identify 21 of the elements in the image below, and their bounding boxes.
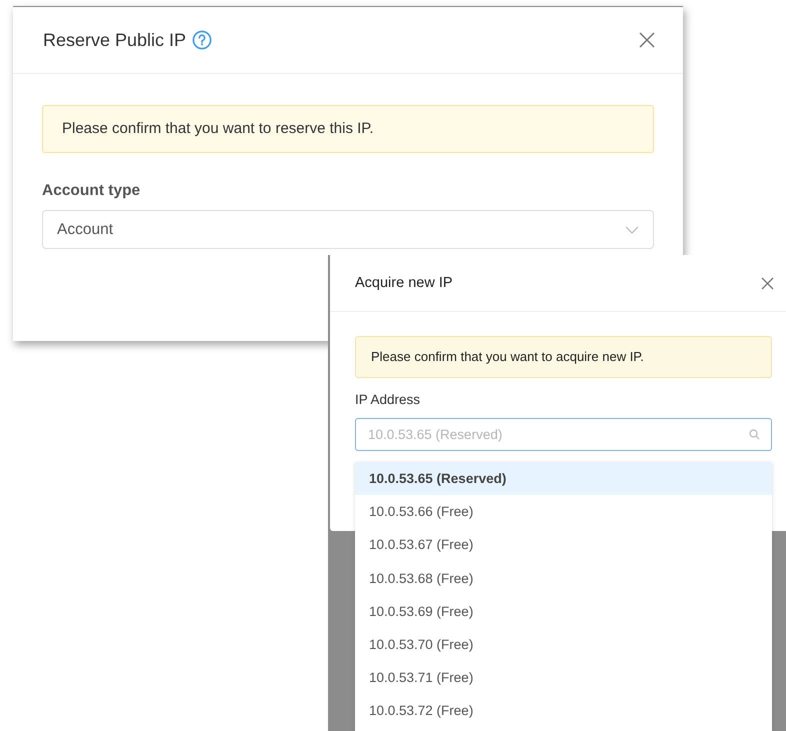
warning-alert: Please confirm that you want to reserve this IP. [42, 105, 654, 153]
chevron-down-icon [625, 226, 639, 234]
close-icon[interactable] [761, 276, 774, 290]
dropdown-option[interactable]: 10.0.53.71 (Free) [355, 661, 772, 694]
search-icon [749, 429, 760, 440]
ip-address-search-field[interactable]: 10.0.53.65 (Reserved) [355, 418, 772, 451]
warning-alert: Please confirm that you want to acquire new IP. [355, 336, 772, 378]
dropdown-option[interactable]: 10.0.53.72 (Free) [355, 694, 772, 728]
help-icon[interactable] [192, 30, 212, 50]
account-type-select[interactable]: Account [42, 210, 654, 249]
dropdown-option[interactable]: 10.0.53.65 (Reserved) [355, 462, 772, 496]
dropdown-option[interactable]: 10.0.53.69 (Free) [355, 594, 772, 628]
dropdown-option[interactable]: 10.0.53.68 (Free) [355, 562, 772, 595]
dropdown-option[interactable]: 10.0.53.70 (Free) [355, 628, 772, 662]
dialog-title: Acquire new IP [355, 275, 453, 291]
dropdown-option[interactable]: 10.0.53.66 (Free) [355, 495, 772, 528]
close-icon[interactable] [639, 32, 655, 48]
field-label: Account type [42, 182, 142, 200]
field-label: IP Address [355, 392, 422, 407]
dialog-title: Reserve Public IP [43, 30, 186, 50]
dropdown-option[interactable]: 10.0.53.67 (Free) [355, 528, 772, 562]
